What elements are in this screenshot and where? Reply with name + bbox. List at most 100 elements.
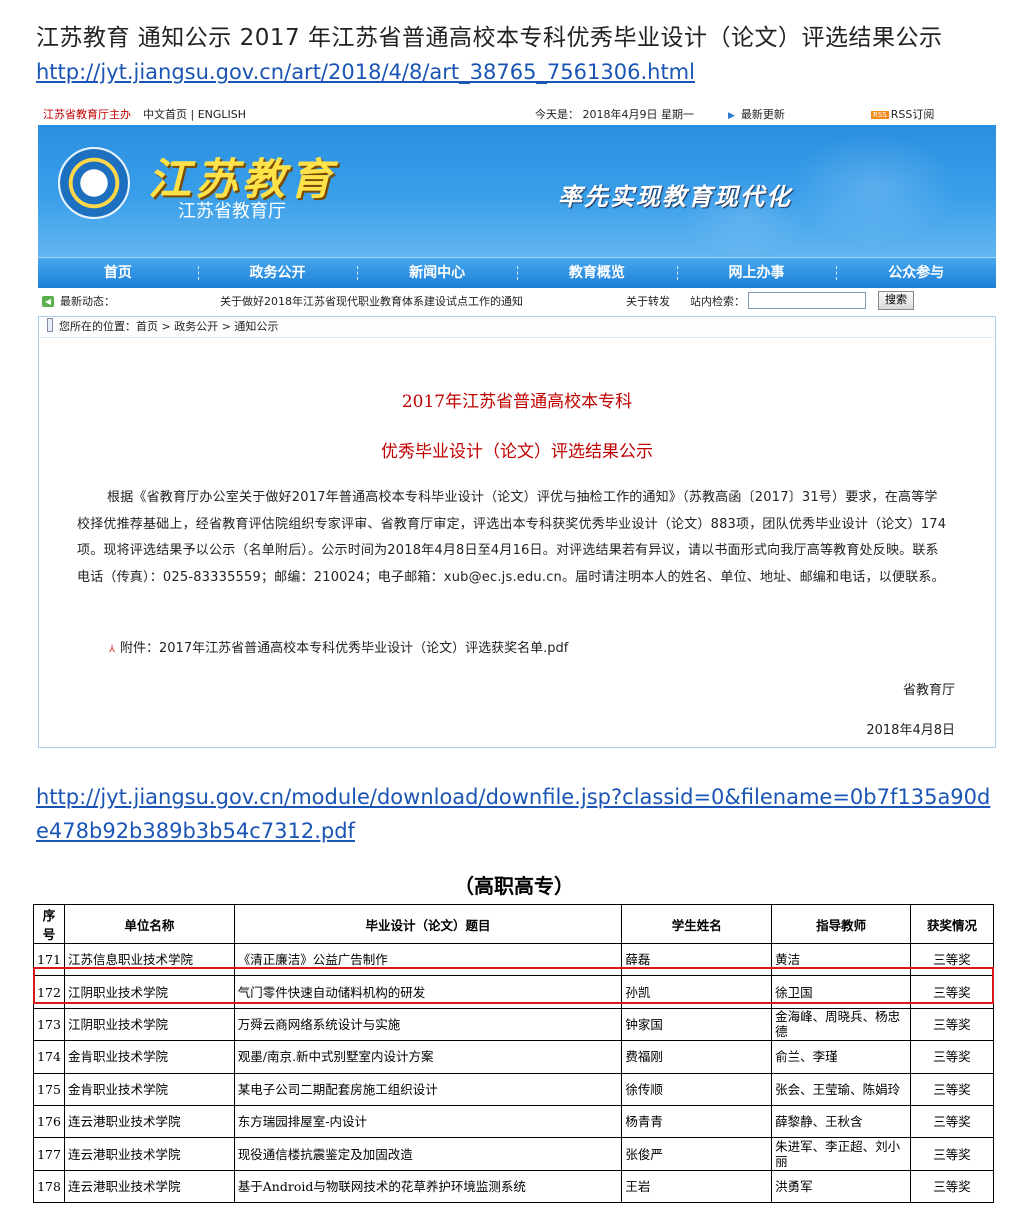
cell-advisor: 洪勇军 <box>771 1169 912 1204</box>
cell-advisor: 张会、王莹瑜、陈娟玲 <box>771 1072 912 1106</box>
cell-advisor: 金海峰、周晓兵、杨忠德 <box>771 1007 912 1042</box>
cell-index: 175 <box>33 1072 65 1106</box>
header-index: 序号 <box>33 904 65 944</box>
article-title-line-1: 2017年江苏省普通高校本专科 <box>401 392 633 412</box>
cell-unit: 金肯职业技术学院 <box>63 1072 235 1106</box>
cell-award: 三等奖 <box>910 1040 994 1074</box>
search-button[interactable]: 搜索 <box>878 291 914 310</box>
ticker-news-link[interactable]: 关于做好2018年江苏省现代职业教育体系建设试点工作的通知 <box>220 293 523 309</box>
table-row: 171 江苏信息职业技术学院 《清正廉洁》公益广告制作 薛磊 黄洁 三等奖 <box>33 942 994 977</box>
main-nav: 首页 政务公开 新闻中心 教育概览 网上办事 公众参与 <box>38 257 996 288</box>
article-title-line-2: 优秀毕业设计（论文）评选结果公示 <box>381 442 653 462</box>
nav-government-affairs[interactable]: 政务公开 <box>197 258 358 288</box>
cell-award: 三等奖 <box>910 1007 994 1042</box>
header-student: 学生姓名 <box>621 904 773 944</box>
cell-index: 177 <box>33 1137 65 1171</box>
pdf-icon: ⅄ <box>109 644 116 655</box>
cell-student: 杨青青 <box>621 1104 773 1139</box>
site-subtitle: 江苏省教育厅 <box>178 201 286 222</box>
cell-advisor: 徐卫国 <box>771 975 912 1009</box>
cell-index: 171 <box>33 942 65 977</box>
cell-unit: 连云港职业技术学院 <box>63 1169 235 1204</box>
table-row: 173 江阴职业技术学院 万舜云商网络系统设计与实施 钟家国 金海峰、周晓兵、杨… <box>33 1007 994 1042</box>
cell-topic: 某电子公司二期配套房施工组织设计 <box>233 1072 623 1106</box>
article-url-link[interactable]: http://jyt.jiangsu.gov.cn/art/2018/4/8/a… <box>36 60 695 84</box>
cell-unit: 连云港职业技术学院 <box>63 1104 235 1139</box>
site-banner: 江苏教育 江苏省教育厅 率先实现教育现代化 <box>38 125 996 257</box>
table-row: 175 金肯职业技术学院 某电子公司二期配套房施工组织设计 徐传顺 张会、王莹瑜… <box>33 1072 994 1106</box>
attachment-link[interactable]: ⅄ 附件：2017年江苏省普通高校本专科优秀毕业设计（论文）评选获奖名单.pdf <box>109 637 568 656</box>
table-row: 178 连云港职业技术学院 基于Android与物联网技术的花草养护环境监测系统… <box>33 1169 994 1204</box>
cell-topic: 万舜云商网络系统设计与实施 <box>233 1007 623 1042</box>
ticker-label: 最新动态： <box>60 295 115 308</box>
breadcrumb-text[interactable]: 您所在的位置：首页 > 政务公开 > 通知公示 <box>59 320 278 333</box>
cell-index: 174 <box>33 1040 65 1074</box>
embedded-website-screenshot: 江苏省教育厅主办 中文首页 | ENGLISH 今天是： 2018年4月9日 星… <box>38 103 996 748</box>
breadcrumb-marker-icon <box>47 318 53 332</box>
rss-link[interactable]: RSS RSS订阅 <box>871 106 934 122</box>
cell-index: 172 <box>33 975 65 1009</box>
rss-icon: RSS <box>871 111 889 119</box>
cell-index: 176 <box>33 1104 65 1139</box>
site-slogan: 率先实现教育现代化 <box>558 183 792 211</box>
cell-advisor: 薛黎静、王秋含 <box>771 1104 912 1139</box>
current-date: 今天是： 2018年4月9日 星期一 <box>535 108 694 121</box>
cell-unit: 江阴职业技术学院 <box>63 975 235 1009</box>
cell-award: 三等奖 <box>910 1072 994 1106</box>
cell-topic: 《清正廉洁》公益广告制作 <box>233 942 623 977</box>
cell-topic: 东方瑞园排屋室-内设计 <box>233 1104 623 1139</box>
header-award: 获奖情况 <box>910 904 994 944</box>
cell-award: 三等奖 <box>910 975 994 1009</box>
site-host-label: 江苏省教育厅主办 <box>43 108 131 121</box>
nav-online-services[interactable]: 网上办事 <box>676 258 837 288</box>
rss-label: RSS订阅 <box>890 108 935 121</box>
cell-student: 钟家国 <box>621 1007 773 1042</box>
cell-topic: 现役通信楼抗震鉴定及加固改造 <box>233 1137 623 1171</box>
table-row: 177 连云港职业技术学院 现役通信楼抗震鉴定及加固改造 张俊严 朱进军、李正超… <box>33 1137 994 1171</box>
cell-award: 三等奖 <box>910 1169 994 1204</box>
document-title: 江苏教育 通知公示 2017 年江苏省普通高校本专科优秀毕业设计（论文）评选结果… <box>36 25 943 51</box>
news-ticker: ◀ 最新动态： 关于做好2018年江苏省现代职业教育体系建设试点工作的通知 关于… <box>38 288 996 314</box>
awards-table: 序号 单位名称 毕业设计（论文）题目 学生姓名 指导教师 获奖情况 171 江苏… <box>33 904 994 1204</box>
table-header-row: 序号 单位名称 毕业设计（论文）题目 学生姓名 指导教师 获奖情况 <box>33 904 994 944</box>
article-panel: 您所在的位置：首页 > 政务公开 > 通知公示 2017年江苏省普通高校本专科 … <box>38 316 996 748</box>
site-topbar: 江苏省教育厅主办 中文首页 | ENGLISH 今天是： 2018年4月9日 星… <box>38 103 996 125</box>
attachment-label: 附件：2017年江苏省普通高校本专科优秀毕业设计（论文）评选获奖名单.pdf <box>120 641 569 656</box>
nav-education-overview[interactable]: 教育概览 <box>517 258 677 288</box>
ticker-news-link-2[interactable]: 关于转发 <box>626 293 670 309</box>
speaker-icon: ◀ <box>42 295 54 307</box>
cell-advisor: 俞兰、李瑾 <box>771 1040 912 1074</box>
table-caption: （高职高专） <box>454 874 574 898</box>
cell-unit: 连云港职业技术学院 <box>63 1137 235 1171</box>
cell-student: 王岩 <box>621 1169 773 1204</box>
article-signer: 省教育厅 <box>902 683 955 698</box>
cell-advisor: 黄洁 <box>771 942 912 977</box>
table-row: 174 金肯职业技术学院 观墨/南京.新中式别墅室内设计方案 费福刚 俞兰、李瑾… <box>33 1040 994 1074</box>
header-unit: 单位名称 <box>63 904 235 944</box>
nav-news-center[interactable]: 新闻中心 <box>357 258 517 288</box>
language-links[interactable]: 中文首页 | ENGLISH <box>143 106 246 122</box>
education-logo-icon <box>58 147 130 219</box>
cell-index: 178 <box>33 1169 65 1204</box>
cell-unit: 江阴职业技术学院 <box>63 1007 235 1042</box>
cell-index: 173 <box>33 1007 65 1042</box>
nav-public-participation[interactable]: 公众参与 <box>836 258 996 288</box>
cell-award: 三等奖 <box>910 942 994 977</box>
nav-home[interactable]: 首页 <box>38 258 198 288</box>
table-row: 172 江阴职业技术学院 气门零件快速自动储料机构的研发 孙凯 徐卫国 三等奖 <box>33 975 994 1009</box>
article-date: 2018年4月8日 <box>866 723 955 738</box>
cell-award: 三等奖 <box>910 1137 994 1171</box>
table-row: 176 连云港职业技术学院 东方瑞园排屋室-内设计 杨青青 薛黎静、王秋含 三等… <box>33 1104 994 1139</box>
cell-student: 费福刚 <box>621 1040 773 1074</box>
search-label: 站内检索： <box>690 295 745 308</box>
search-input[interactable] <box>748 292 866 309</box>
cell-student: 薛磊 <box>621 942 773 977</box>
cell-advisor: 朱进军、李正超、刘小丽 <box>771 1137 912 1171</box>
breadcrumb: 您所在的位置：首页 > 政务公开 > 通知公示 <box>39 317 995 338</box>
pdf-download-link[interactable]: http://jyt.jiangsu.gov.cn/module/downloa… <box>36 780 996 848</box>
header-topic: 毕业设计（论文）题目 <box>233 904 623 944</box>
cell-topic: 观墨/南京.新中式别墅室内设计方案 <box>233 1040 623 1074</box>
latest-updates-link[interactable]: 最新更新 <box>728 106 785 122</box>
cell-topic: 基于Android与物联网技术的花草养护环境监测系统 <box>233 1169 623 1204</box>
cell-unit: 金肯职业技术学院 <box>63 1040 235 1074</box>
